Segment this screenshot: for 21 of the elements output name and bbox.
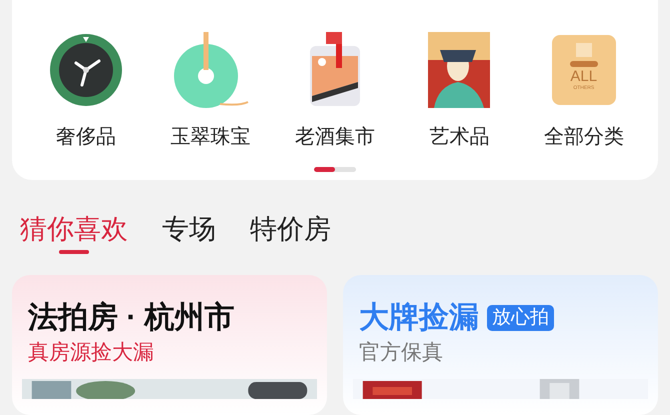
page-indicator [314,167,356,172]
badge: 放心拍 [487,304,554,331]
category-item[interactable]: 艺术品 [404,30,514,149]
category-item[interactable]: 奢侈品 [31,30,142,149]
category-item[interactable]: 老酒集市 [280,30,390,149]
liquor-bottle-icon [308,32,362,108]
tab[interactable]: 特价房 [250,212,331,275]
tab[interactable]: 专场 [162,212,216,275]
portrait-painting-icon [428,32,490,108]
card-subtitle: 真房源捡大漏 [27,340,155,366]
promo-card[interactable]: 大牌捡漏 放心拍 官方保真 [343,274,658,415]
icon-label: ALL [570,69,598,85]
card-title: 大牌捡漏 [359,300,479,336]
category-item[interactable]: 玉翠珠宝 [156,30,266,149]
tab[interactable]: 猜你喜欢 [20,212,128,275]
promo-card[interactable]: 法拍房 · 杭州市 真房源捡大漏 [12,274,327,415]
box-tape [576,43,592,57]
watch-icon [49,33,124,107]
card-title: 法拍房 · 杭州市 [28,300,235,336]
box-handle [570,61,598,67]
card-subtitle: 官方保真 [358,340,444,366]
